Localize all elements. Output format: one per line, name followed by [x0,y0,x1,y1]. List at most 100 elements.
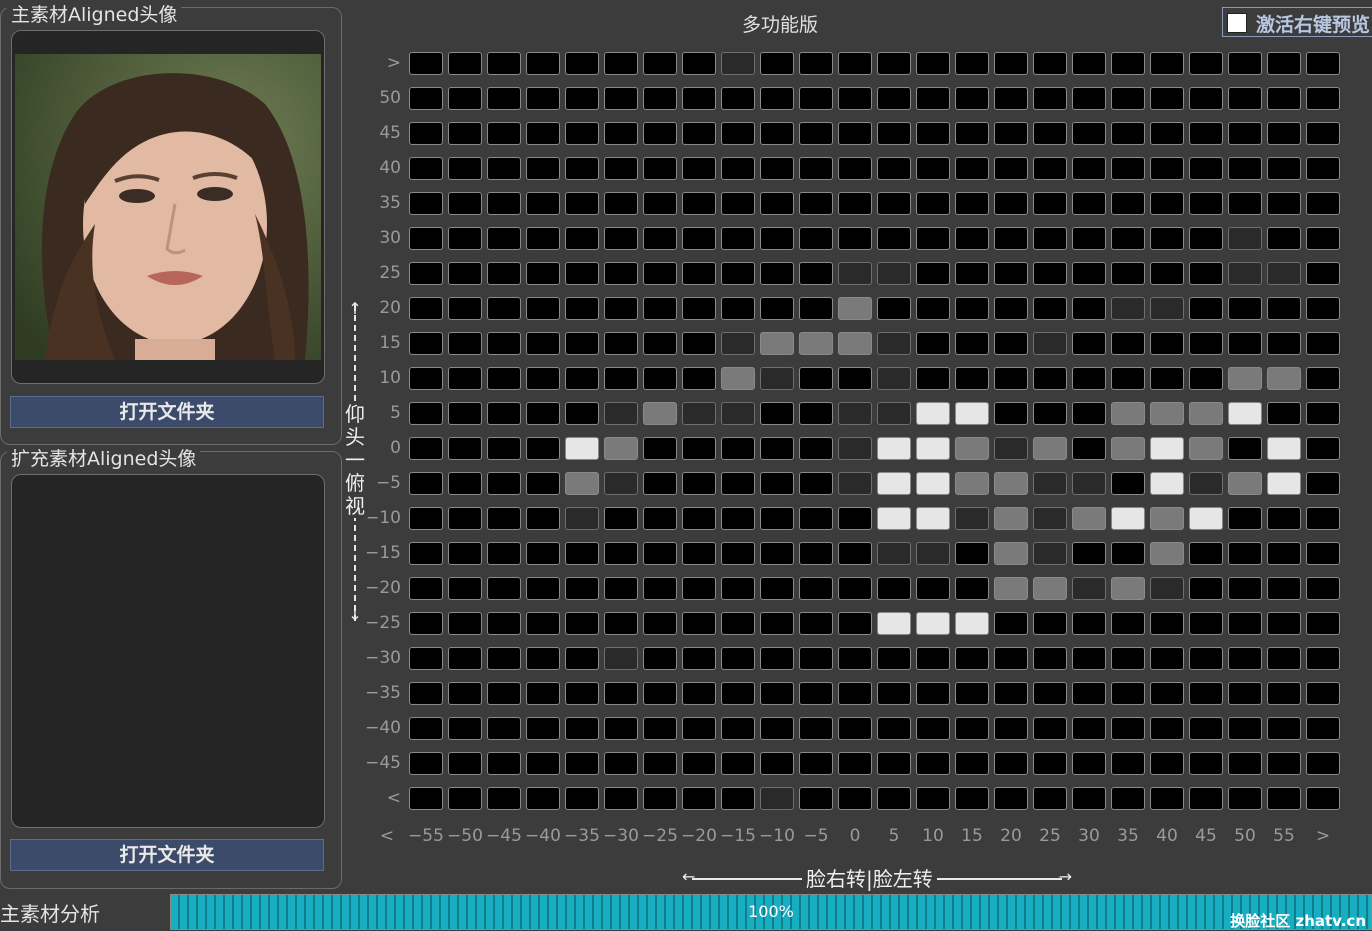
grid-cell[interactable] [760,507,794,530]
grid-cell[interactable] [1189,332,1223,355]
grid-cell[interactable] [1033,332,1067,355]
grid-cell[interactable] [799,577,833,600]
grid-cell[interactable] [604,87,638,110]
grid-cell[interactable] [604,717,638,740]
grid-cell[interactable] [1228,647,1262,670]
grid-cell[interactable] [1072,87,1106,110]
grid-cell[interactable] [1033,647,1067,670]
grid-cell[interactable] [604,472,638,495]
grid-cell[interactable] [916,192,950,215]
grid-cell[interactable] [877,612,911,635]
grid-cell[interactable] [1072,332,1106,355]
grid-cell[interactable] [1267,612,1301,635]
grid-cell[interactable] [994,402,1028,425]
grid-cell[interactable] [1111,332,1145,355]
grid-cell[interactable] [1267,157,1301,180]
grid-cell[interactable] [565,157,599,180]
grid-cell[interactable] [877,542,911,565]
grid-cell[interactable] [487,612,521,635]
grid-cell[interactable] [1150,332,1184,355]
grid-cell[interactable] [955,787,989,810]
grid-cell[interactable] [1228,612,1262,635]
grid-cell[interactable] [1189,297,1223,320]
grid-cell[interactable] [526,157,560,180]
grid-cell[interactable] [838,507,872,530]
main-open-folder-button[interactable]: 打开文件夹 [10,396,324,428]
grid-cell[interactable] [1267,367,1301,390]
grid-cell[interactable] [838,87,872,110]
grid-cell[interactable] [799,402,833,425]
grid-cell[interactable] [643,612,677,635]
grid-cell[interactable] [448,647,482,670]
grid-cell[interactable] [1228,542,1262,565]
grid-cell[interactable] [1267,752,1301,775]
grid-cell[interactable] [838,682,872,705]
grid-cell[interactable] [721,542,755,565]
grid-cell[interactable] [916,367,950,390]
grid-cell[interactable] [526,717,560,740]
grid-cell[interactable] [721,157,755,180]
grid-cell[interactable] [487,472,521,495]
grid-cell[interactable] [448,682,482,705]
grid-cell[interactable] [487,367,521,390]
grid-cell[interactable] [1150,507,1184,530]
grid-cell[interactable] [877,297,911,320]
grid-cell[interactable] [682,507,716,530]
grid-cell[interactable] [838,192,872,215]
grid-cell[interactable] [643,157,677,180]
grid-cell[interactable] [487,577,521,600]
grid-cell[interactable] [1189,612,1223,635]
grid-cell[interactable] [565,297,599,320]
grid-cell[interactable] [643,787,677,810]
grid-cell[interactable] [1111,787,1145,810]
grid-cell[interactable] [877,157,911,180]
grid-cell[interactable] [1150,87,1184,110]
grid-cell[interactable] [1267,437,1301,460]
grid-cell[interactable] [1150,367,1184,390]
grid-cell[interactable] [682,122,716,145]
grid-cell[interactable] [682,577,716,600]
grid-cell[interactable] [604,682,638,705]
grid-cell[interactable] [1072,472,1106,495]
grid-cell[interactable] [604,437,638,460]
grid-cell[interactable] [1111,192,1145,215]
grid-cell[interactable] [760,52,794,75]
grid-cell[interactable] [838,542,872,565]
grid-cell[interactable] [877,577,911,600]
grid-cell[interactable] [565,717,599,740]
grid-cell[interactable] [1072,402,1106,425]
grid-cell[interactable] [916,647,950,670]
grid-cell[interactable] [916,542,950,565]
grid-cell[interactable] [916,507,950,530]
grid-cell[interactable] [604,157,638,180]
grid-cell[interactable] [955,507,989,530]
grid-cell[interactable] [1150,192,1184,215]
grid-cell[interactable] [682,437,716,460]
grid-cell[interactable] [643,87,677,110]
grid-cell[interactable] [1072,52,1106,75]
grid-cell[interactable] [916,297,950,320]
grid-cell[interactable] [1306,472,1340,495]
grid-cell[interactable] [409,612,443,635]
grid-cell[interactable] [916,52,950,75]
grid-cell[interactable] [721,577,755,600]
grid-cell[interactable] [721,52,755,75]
grid-cell[interactable] [487,717,521,740]
grid-cell[interactable] [994,262,1028,285]
grid-cell[interactable] [1072,437,1106,460]
grid-cell[interactable] [682,787,716,810]
grid-cell[interactable] [643,52,677,75]
grid-cell[interactable] [1150,752,1184,775]
grid-cell[interactable] [487,507,521,530]
grid-cell[interactable] [838,367,872,390]
grid-cell[interactable] [526,367,560,390]
grid-cell[interactable] [526,752,560,775]
grid-cell[interactable] [1189,507,1223,530]
grid-cell[interactable] [448,87,482,110]
grid-cell[interactable] [526,332,560,355]
grid-cell[interactable] [409,192,443,215]
grid-cell[interactable] [1150,717,1184,740]
grid-cell[interactable] [1306,787,1340,810]
grid-cell[interactable] [1228,332,1262,355]
grid-cell[interactable] [799,437,833,460]
